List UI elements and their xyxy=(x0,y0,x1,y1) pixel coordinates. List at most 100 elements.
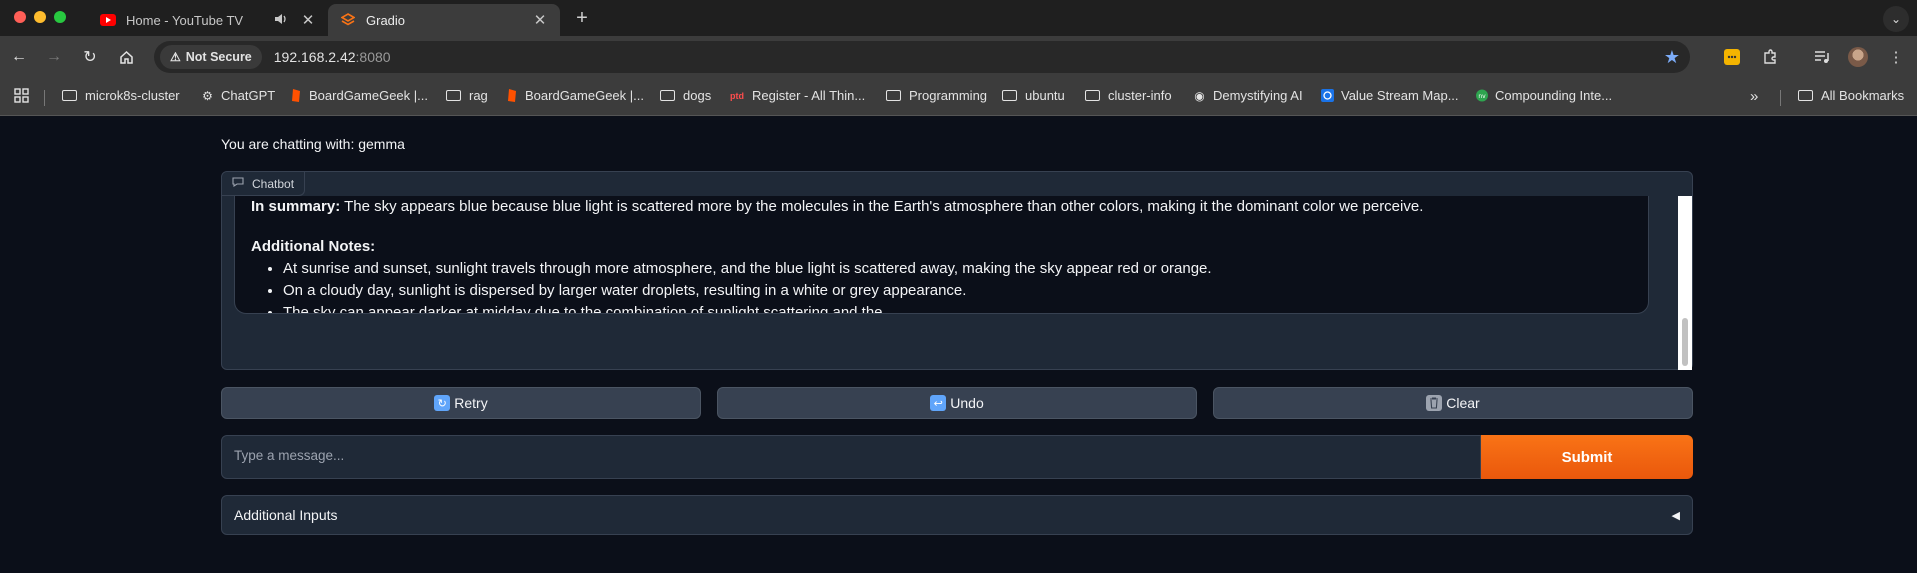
folder-icon xyxy=(62,90,77,101)
bookmarks-divider xyxy=(1780,90,1781,106)
ptd-icon: ptd xyxy=(730,90,744,101)
address-bar[interactable]: ⚠ Not Secure 192.168.2.42:8080 ★ xyxy=(154,41,1690,73)
retry-button[interactable]: ↻ Retry xyxy=(221,387,701,419)
url-text[interactable]: 192.168.2.42:8080 xyxy=(274,49,391,65)
list-item: At sunrise and sunset, sunlight travels … xyxy=(283,258,1632,280)
bookmarks-divider xyxy=(44,90,45,106)
url-port: :8080 xyxy=(355,49,391,65)
undo-button[interactable]: ↩ Undo xyxy=(717,387,1197,419)
bookmark-label: BoardGameGeek |... xyxy=(525,88,644,103)
summary-bold: In summary: xyxy=(251,198,341,215)
minimize-window-button[interactable] xyxy=(34,11,46,23)
extensions-puzzle-icon[interactable] xyxy=(1760,47,1780,67)
bookmark-star-icon[interactable]: ★ xyxy=(1664,47,1680,68)
gradio-page: You are chatting with: gemma Chatbot In … xyxy=(0,117,1917,573)
browser-toolbar: ← → ↻ ⚠ Not Secure 192.168.2.42:8080 ★ ⋮ xyxy=(0,36,1917,78)
chatbot-label: Chatbot xyxy=(222,172,306,196)
chatting-with-label: You are chatting with: gemma xyxy=(221,136,405,152)
all-bookmarks-button[interactable]: All Bookmarks xyxy=(1798,88,1904,103)
compounding-icon: nv xyxy=(1474,89,1489,102)
home-icon[interactable] xyxy=(114,45,138,69)
chat-scrollbar-thumb[interactable] xyxy=(1682,318,1688,366)
bookmark-chatgpt[interactable]: ⚙ ChatGPT xyxy=(200,88,275,103)
all-bookmarks-label: All Bookmarks xyxy=(1821,88,1905,103)
forward-icon[interactable]: → xyxy=(42,45,66,69)
bookmark-label: ubuntu xyxy=(1025,88,1065,103)
retry-icon: ↻ xyxy=(434,395,451,411)
clear-button[interactable]: Clear xyxy=(1213,387,1693,419)
youtube-icon xyxy=(100,12,116,28)
bookmark-value-stream[interactable]: Value Stream Map... xyxy=(1320,88,1459,103)
tab-youtube-tv[interactable]: Home - YouTube TV ✕ xyxy=(88,4,328,36)
notes-heading: Additional Notes: xyxy=(251,238,376,255)
speaker-icon[interactable] xyxy=(274,13,288,28)
summary-paragraph: In summary: The sky appears blue because… xyxy=(251,196,1632,218)
bookmark-boardgamegeek-1[interactable]: BoardGameGeek |... xyxy=(288,88,428,103)
gradio-icon xyxy=(340,12,356,28)
bot-message: In summary: The sky appears blue because… xyxy=(234,196,1649,314)
undo-label: Undo xyxy=(950,395,984,411)
message-input-wrapper xyxy=(221,435,1481,479)
apps-grid-icon[interactable] xyxy=(14,88,29,103)
extension-icon[interactable] xyxy=(1722,47,1742,67)
bookmark-compounding-interest[interactable]: nv Compounding Inte... xyxy=(1474,88,1612,103)
bookmark-dogs[interactable]: dogs xyxy=(660,88,711,103)
folder-icon xyxy=(1798,90,1813,101)
url-host: 192.168.2.42 xyxy=(273,49,356,65)
chatbot-panel: Chatbot In summary: The sky appears blue… xyxy=(221,171,1693,370)
retry-label: Retry xyxy=(454,395,488,411)
more-bookmarks-button[interactable]: » xyxy=(1750,88,1758,105)
chatbot-label-text: Chatbot xyxy=(252,176,295,191)
bookmark-label: Demystifying AI xyxy=(1213,88,1303,103)
notes-list: At sunrise and sunset, sunlight travels … xyxy=(283,258,1632,313)
bookmark-programming[interactable]: Programming xyxy=(886,88,987,103)
bookmark-label: Compounding Inte... xyxy=(1495,88,1613,103)
chat-bubble-icon xyxy=(232,177,244,190)
bookmark-register[interactable]: ptd Register - All Thin... xyxy=(728,88,865,103)
bookmark-ubuntu[interactable]: ubuntu xyxy=(1002,88,1065,103)
tab-search-button[interactable]: ⌄ xyxy=(1883,6,1909,32)
bookmark-label: rag xyxy=(469,88,488,103)
folder-icon xyxy=(1085,90,1100,101)
bookmark-label: cluster-info xyxy=(1108,88,1172,103)
close-tab-icon[interactable]: ✕ xyxy=(532,11,548,29)
additional-inputs-accordion[interactable]: Additional Inputs ◀ xyxy=(221,495,1693,535)
bookmark-label: dogs xyxy=(683,88,712,103)
value-stream-icon xyxy=(1320,89,1335,102)
back-icon[interactable]: ← xyxy=(7,45,31,69)
bookmark-rag[interactable]: rag xyxy=(446,88,488,103)
bookmark-microk8s-cluster[interactable]: microk8s-cluster xyxy=(62,88,180,103)
profile-avatar[interactable] xyxy=(1848,47,1868,67)
list-item: The sky can appear darker at midday due … xyxy=(283,302,1632,313)
submit-button[interactable]: Submit xyxy=(1481,435,1693,479)
bookmark-label: ChatGPT xyxy=(221,88,276,103)
collapse-arrow-icon: ◀ xyxy=(1671,509,1680,522)
summary-text: The sky appears blue because blue light … xyxy=(340,198,1424,215)
additional-inputs-label: Additional Inputs xyxy=(234,507,338,523)
close-tab-icon[interactable]: ✕ xyxy=(300,11,316,29)
folder-icon xyxy=(1002,90,1017,101)
tab-title: Gradio xyxy=(366,12,406,28)
chatgpt-icon: ⚙ xyxy=(202,88,213,103)
globe-icon: ◉ xyxy=(1194,88,1205,103)
security-chip[interactable]: ⚠ Not Secure xyxy=(160,45,262,69)
bookmark-boardgamegeek-2[interactable]: BoardGameGeek |... xyxy=(504,88,644,103)
chat-scrollbar[interactable] xyxy=(1678,196,1692,370)
tab-gradio[interactable]: Gradio ✕ xyxy=(328,4,560,36)
close-window-button[interactable] xyxy=(14,11,26,23)
list-item: On a cloudy day, sunlight is dispersed b… xyxy=(283,280,1632,302)
bookmark-cluster-info[interactable]: cluster-info xyxy=(1085,88,1172,103)
message-input[interactable] xyxy=(222,436,1480,478)
bookmarks-bar: microk8s-cluster ⚙ ChatGPT BoardGameGeek … xyxy=(0,78,1917,116)
bookmark-label: BoardGameGeek |... xyxy=(309,88,428,103)
menu-kebab-icon[interactable]: ⋮ xyxy=(1886,47,1906,67)
folder-icon xyxy=(660,90,675,101)
new-tab-button[interactable]: + xyxy=(570,7,594,30)
media-controls-icon[interactable] xyxy=(1812,47,1832,67)
maximize-window-button[interactable] xyxy=(54,11,66,23)
reload-icon[interactable]: ↻ xyxy=(78,45,102,69)
folder-icon xyxy=(886,90,901,101)
bookmark-demystifying-ai[interactable]: ◉ Demystifying AI xyxy=(1192,88,1303,103)
svg-text:nv: nv xyxy=(1478,93,1486,100)
undo-icon: ↩ xyxy=(930,395,947,411)
